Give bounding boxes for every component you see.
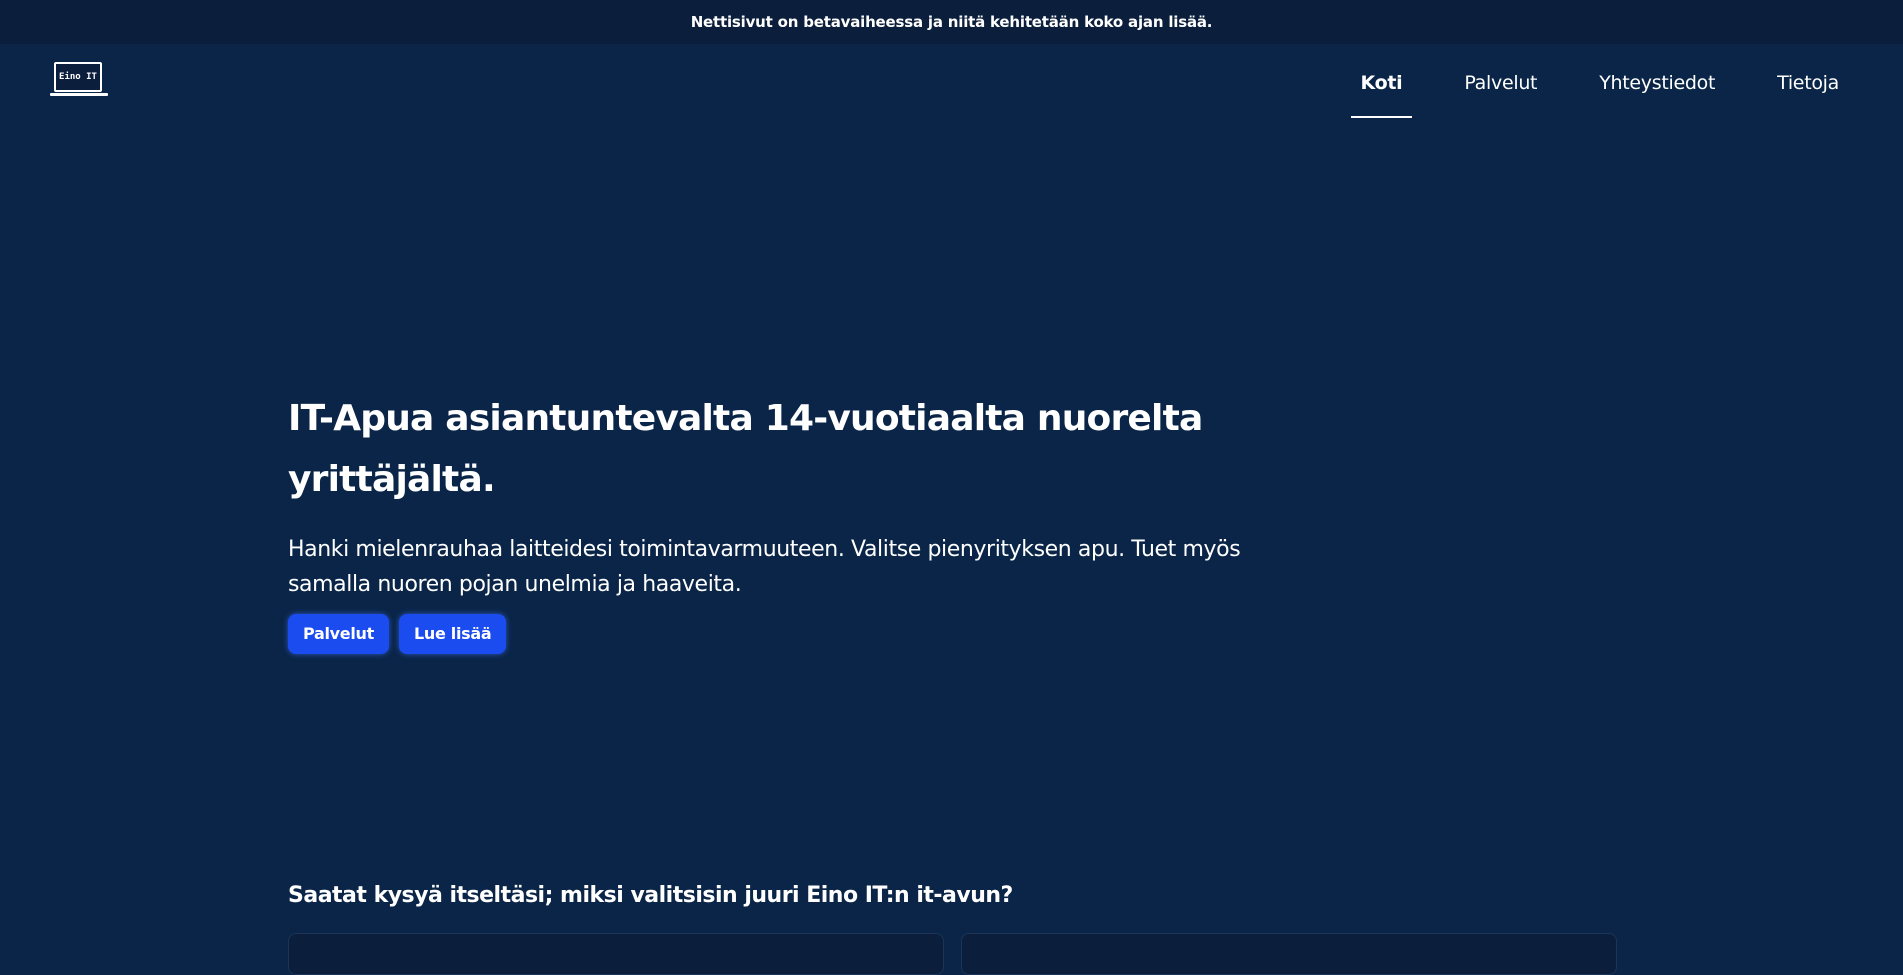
read-more-button[interactable]: Lue lisää — [398, 614, 507, 654]
feature-card — [288, 933, 944, 975]
services-button[interactable]: Palvelut — [288, 614, 389, 654]
nav-item-tietoja[interactable]: Tietoja — [1767, 72, 1849, 94]
laptop-base — [50, 93, 108, 96]
hero-description: Hanki mielenrauhaa laitteidesi toimintav… — [288, 537, 1241, 597]
nav-item-yhteystiedot[interactable]: Yhteystiedot — [1589, 72, 1725, 94]
hero-buttons: Palvelut Lue lisää — [288, 614, 1268, 654]
why-section-title: Saatat kysyä itseltäsi; miksi valitsisin… — [288, 883, 1013, 908]
site-header: Eino IT Koti Palvelut Yhteystiedot Tieto… — [0, 44, 1903, 124]
laptop-icon: Eino IT — [54, 62, 102, 92]
announcement-text: Nettisivut on betavaiheessa ja niitä keh… — [690, 13, 1213, 31]
logo[interactable]: Eino IT — [50, 62, 108, 100]
main-nav: Koti Palvelut Yhteystiedot Tietoja — [1309, 72, 1849, 118]
feature-card — [961, 933, 1617, 975]
nav-item-koti[interactable]: Koti — [1350, 72, 1413, 118]
hero-title: IT-Apua asiantuntevalta 14-vuotiaalta nu… — [288, 398, 1203, 500]
announcement-bar: Nettisivut on betavaiheessa ja niitä keh… — [0, 0, 1903, 44]
logo-text: Eino IT — [59, 72, 97, 82]
nav-item-palvelut[interactable]: Palvelut — [1454, 72, 1547, 94]
hero-section: IT-Apua asiantuntevalta 14-vuotiaalta nu… — [288, 388, 1268, 654]
